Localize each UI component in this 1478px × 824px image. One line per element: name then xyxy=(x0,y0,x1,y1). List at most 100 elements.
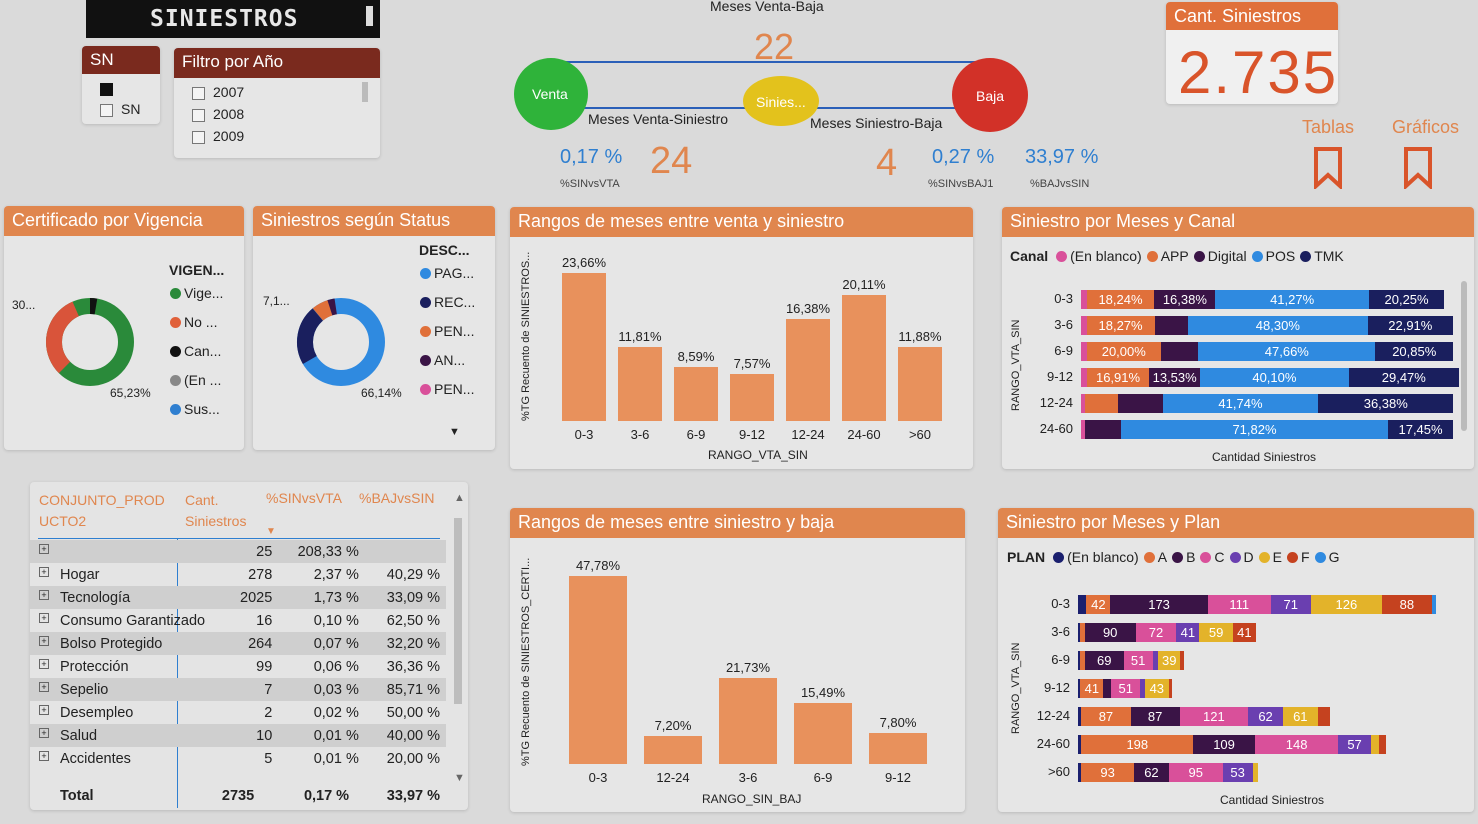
bar-segment[interactable]: 71,82% xyxy=(1120,420,1389,439)
bar-segment[interactable] xyxy=(1084,394,1119,413)
bar[interactable] xyxy=(794,703,852,764)
legend-item[interactable]: D xyxy=(1229,549,1254,565)
bar-segment[interactable]: 72 xyxy=(1135,623,1177,642)
legend-item[interactable]: REC... xyxy=(420,294,475,310)
legend-item[interactable]: PAG... xyxy=(420,265,474,281)
bar-segment[interactable]: 87 xyxy=(1130,707,1180,726)
legend-item[interactable]: (En ... xyxy=(170,372,221,388)
bar-segment[interactable]: 20,00% xyxy=(1086,342,1161,361)
table-scrollbar[interactable] xyxy=(454,518,462,704)
expand-icon[interactable]: + xyxy=(39,613,49,623)
col-header-baj-vs-sin[interactable]: %BAJvsSIN xyxy=(359,490,434,506)
scroll-down-icon[interactable]: ▼ xyxy=(454,772,465,784)
col-header-producto[interactable]: CONJUNTO_PROD UCTO2 xyxy=(39,490,179,532)
legend-scroll-down-icon[interactable]: ▼ xyxy=(449,426,460,438)
graficos-bookmark-icon[interactable] xyxy=(1403,147,1433,189)
bar-segment[interactable]: 16,91% xyxy=(1086,368,1150,387)
bar-segment[interactable]: 41 xyxy=(1080,679,1104,698)
table-row[interactable]: Salud +10 0,01 % 40,00 % xyxy=(30,724,446,747)
table-row[interactable]: +25 208,33 % xyxy=(30,540,446,563)
bar[interactable] xyxy=(869,733,927,764)
bar-segment[interactable]: 43 xyxy=(1144,679,1169,698)
bar[interactable] xyxy=(644,735,702,764)
bar-segment[interactable] xyxy=(1103,679,1112,698)
legend-item[interactable]: APP xyxy=(1146,248,1189,264)
table-body[interactable]: +25 208,33 % Hogar +278 2,37 % 40,29 % Tecnolo… xyxy=(30,540,450,780)
bar-segment[interactable]: 88 xyxy=(1381,595,1432,614)
legend-item[interactable]: POS xyxy=(1251,248,1295,264)
bar-segment[interactable]: 62 xyxy=(1248,707,1284,726)
tablas-bookmark-icon[interactable] xyxy=(1313,147,1343,189)
table-row[interactable]: Protección + 99 0,06 % 36,36 % xyxy=(30,655,446,678)
legend-item[interactable]: E xyxy=(1258,549,1282,565)
bar-segment[interactable] xyxy=(1154,316,1188,335)
expand-icon[interactable]: + xyxy=(39,567,49,577)
bar[interactable] xyxy=(842,295,886,421)
legend-item[interactable]: TMK xyxy=(1300,248,1344,264)
bar-segment[interactable]: 41,74% xyxy=(1162,394,1319,413)
year-option-2009[interactable]: 2009 xyxy=(192,128,244,144)
bar-segment[interactable]: 87 xyxy=(1081,707,1131,726)
bar-segment[interactable]: 22,91% xyxy=(1367,316,1453,335)
bar-segment[interactable]: 41 xyxy=(1176,623,1200,642)
bar-segment[interactable] xyxy=(1168,679,1173,698)
bar-segment[interactable]: 173 xyxy=(1110,595,1208,614)
bar-segment[interactable]: 47,66% xyxy=(1198,342,1376,361)
bar-segment[interactable]: 36,38% xyxy=(1318,394,1454,413)
legend-item[interactable]: C xyxy=(1200,549,1225,565)
canal-scrollbar[interactable] xyxy=(1461,281,1467,431)
sn-option-blank[interactable] xyxy=(100,80,121,96)
bar-segment[interactable]: 40,10% xyxy=(1199,368,1349,387)
legend-item[interactable]: Digital xyxy=(1193,248,1247,264)
expand-icon[interactable]: + xyxy=(39,682,49,692)
legend-item[interactable]: AN... xyxy=(420,352,465,368)
bar-segment[interactable]: 29,47% xyxy=(1348,368,1459,387)
year-slicer-scrollbar[interactable] xyxy=(362,82,368,102)
legend-item[interactable]: No ... xyxy=(170,314,217,330)
bar-segment[interactable]: 41,27% xyxy=(1215,290,1369,309)
bar-segment[interactable]: 126 xyxy=(1310,595,1382,614)
expand-icon[interactable]: + xyxy=(39,544,49,554)
table-row[interactable]: Sepelio +7 0,03 % 85,71 % xyxy=(30,678,446,701)
bar-segment[interactable] xyxy=(1180,651,1184,670)
bar[interactable] xyxy=(569,576,627,764)
bar-segment[interactable] xyxy=(1370,735,1380,754)
bar-segment[interactable]: 18,24% xyxy=(1086,290,1155,309)
bar-segment[interactable]: 95 xyxy=(1168,763,1223,782)
bar-segment[interactable]: 93 xyxy=(1081,763,1134,782)
bar-segment[interactable] xyxy=(1431,595,1437,614)
bar-segment[interactable]: 59 xyxy=(1199,623,1233,642)
bar-segment[interactable]: 13,53% xyxy=(1149,368,1200,387)
bar-segment[interactable]: 53 xyxy=(1222,763,1253,782)
legend-item[interactable]: PEN... xyxy=(420,381,474,397)
bar-segment[interactable] xyxy=(1317,707,1330,726)
status-donut-chart[interactable] xyxy=(291,292,391,392)
bar[interactable] xyxy=(898,346,942,421)
legend-item[interactable]: A xyxy=(1143,549,1167,565)
bar-segment[interactable]: 41 xyxy=(1232,623,1256,642)
legend-item[interactable]: Vige... xyxy=(170,285,223,301)
bar-segment[interactable]: 16,38% xyxy=(1154,290,1216,309)
bar-segment[interactable] xyxy=(1078,595,1087,614)
bar-segment[interactable]: 148 xyxy=(1254,735,1339,754)
year-option-2007[interactable]: 2007 xyxy=(192,84,244,100)
sn-option-sn[interactable]: SN xyxy=(100,101,140,117)
legend-item[interactable]: F xyxy=(1287,549,1310,565)
bar[interactable] xyxy=(730,373,774,421)
expand-icon[interactable]: + xyxy=(39,728,49,738)
bar-segment[interactable]: 18,27% xyxy=(1086,316,1155,335)
bar-segment[interactable]: 62 xyxy=(1133,763,1169,782)
bar-segment[interactable]: 90 xyxy=(1084,623,1136,642)
col-header-cant[interactable]: Cant. Siniestros xyxy=(185,490,265,532)
legend-item[interactable]: B xyxy=(1172,549,1195,565)
bar-segment[interactable]: 17,45% xyxy=(1388,420,1453,439)
bar-segment[interactable]: 20,25% xyxy=(1368,290,1445,309)
bar-segment[interactable] xyxy=(1252,763,1259,782)
table-row[interactable]: Desempleo + 2 0,02 % 50,00 % xyxy=(30,701,446,724)
bar[interactable] xyxy=(674,367,718,421)
bar-segment[interactable]: 48,30% xyxy=(1188,316,1368,335)
legend-item[interactable]: Sus... xyxy=(170,401,220,417)
bar-segment[interactable]: 198 xyxy=(1081,735,1194,754)
bar-segment[interactable] xyxy=(1160,342,1199,361)
expand-icon[interactable]: + xyxy=(39,659,49,669)
